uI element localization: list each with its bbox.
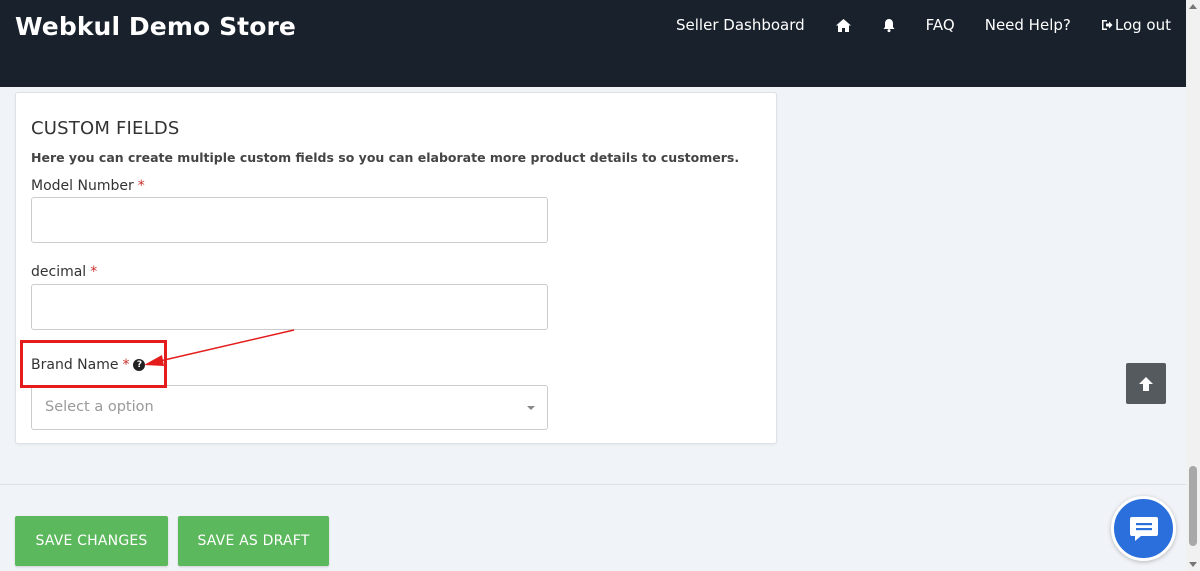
decimal-label: decimal * — [31, 264, 97, 280]
custom-fields-card: CUSTOM FIELDS Here you can create multip… — [15, 92, 777, 444]
nav-faq[interactable]: FAQ — [926, 16, 955, 34]
nav-seller-dashboard[interactable]: Seller Dashboard — [676, 16, 805, 34]
home-icon — [835, 18, 851, 32]
nav-links: Seller Dashboard FAQ Need Help? Log out — [646, 15, 1171, 35]
save-changes-button[interactable]: SAVE CHANGES — [15, 516, 168, 566]
nav-home[interactable] — [835, 18, 852, 33]
section-description: Here you can create multiple custom fiel… — [31, 150, 740, 165]
required-marker: * — [90, 264, 98, 280]
caret-down-icon — [527, 406, 535, 410]
footer-divider — [0, 484, 1186, 485]
select-placeholder: Select a option — [45, 399, 154, 415]
logout-icon — [1101, 20, 1113, 30]
scroll-up-arrow-icon[interactable] — [1189, 4, 1197, 9]
annotation-highlight-box — [20, 340, 167, 388]
logout-label: Log out — [1114, 16, 1171, 34]
model-number-label: Model Number * — [31, 178, 145, 194]
arrow-up-icon — [1139, 376, 1153, 391]
scroll-down-arrow-icon[interactable] — [1189, 562, 1197, 567]
decimal-input[interactable] — [31, 284, 548, 330]
chat-widget-button[interactable] — [1111, 496, 1176, 561]
decimal-label-text: decimal — [31, 264, 87, 280]
brand-name-select[interactable]: Select a option — [31, 385, 548, 430]
nav-logout[interactable]: Log out — [1101, 16, 1171, 34]
nav-notifications[interactable] — [882, 18, 896, 33]
save-as-draft-button[interactable]: SAVE AS DRAFT — [178, 516, 329, 566]
required-marker: * — [137, 178, 145, 194]
store-brand[interactable]: Webkul Demo Store — [15, 12, 296, 41]
bell-icon — [883, 18, 895, 32]
top-navbar: Webkul Demo Store Seller Dashboard FAQ N… — [0, 0, 1186, 87]
model-number-input[interactable] — [31, 197, 548, 243]
chat-icon — [1129, 516, 1158, 541]
page-scrollbar[interactable] — [1186, 0, 1200, 571]
model-number-label-text: Model Number — [31, 178, 134, 194]
scrollbar-thumb[interactable] — [1189, 466, 1197, 546]
scroll-to-top-button[interactable] — [1126, 363, 1166, 404]
nav-need-help[interactable]: Need Help? — [985, 16, 1071, 34]
section-title: CUSTOM FIELDS — [31, 118, 180, 139]
